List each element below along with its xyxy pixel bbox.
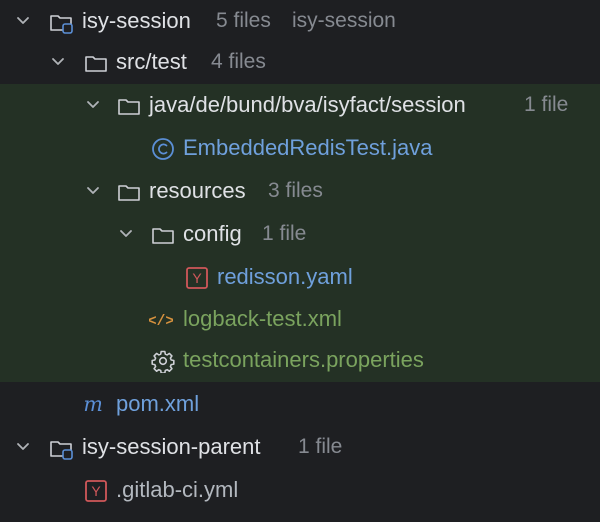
chevron-down-icon[interactable]	[14, 438, 32, 456]
module-alias: isy-session	[292, 9, 396, 32]
file-name: testcontainers.properties	[183, 347, 424, 372]
svg-text:Y: Y	[91, 483, 101, 499]
tree-row-testcontainers-properties[interactable]: testcontainers.properties	[0, 339, 600, 382]
svg-text:Y: Y	[192, 270, 202, 286]
tree-row-embedded-redis-test[interactable]: EmbeddedRedisTest.java	[0, 127, 600, 170]
file-count: 3 files	[268, 179, 323, 202]
maven-pom-icon: m	[83, 393, 103, 416]
tree-row-src-test[interactable]: src/test 4 files	[0, 41, 600, 84]
file-name: EmbeddedRedisTest.java	[183, 135, 433, 160]
tree-row-redisson-yaml[interactable]: Y redisson.yaml	[0, 256, 600, 299]
file-count: 1 file	[262, 222, 307, 245]
xml-file-icon: </>	[149, 314, 173, 330]
tree-row-java-package[interactable]: java/de/bund/bva/isyfact/session 1 file	[0, 84, 600, 127]
tree-row-isy-session-parent[interactable]: isy-session-parent 1 file	[0, 426, 600, 469]
tree-row-pom-xml[interactable]: m pom.xml	[0, 383, 600, 426]
svg-text:m: m	[83, 393, 103, 416]
file-name: redisson.yaml	[217, 264, 353, 289]
gear-icon	[151, 350, 175, 373]
chevron-down-icon[interactable]	[49, 53, 67, 71]
svg-text:</>: </>	[149, 314, 173, 330]
file-count: 1 file	[524, 93, 569, 116]
tree-row-resources[interactable]: resources 3 files	[0, 170, 600, 213]
folder-name: resources	[149, 178, 246, 203]
folder-icon	[85, 56, 107, 72]
module-folder-icon	[50, 15, 73, 34]
file-name: .gitlab-ci.yml	[116, 477, 239, 502]
file-count: 1 file	[298, 435, 343, 458]
folder-icon	[152, 228, 174, 244]
java-class-icon	[152, 138, 174, 160]
yaml-file-icon: Y	[186, 267, 208, 289]
folder-name: java/de/bund/bva/isyfact/session	[149, 92, 466, 117]
tree-row-logback-test-xml[interactable]: </> logback-test.xml	[0, 298, 600, 341]
module-name: isy-session-parent	[82, 434, 261, 459]
folder-icon	[118, 185, 140, 201]
chevron-down-icon[interactable]	[84, 182, 102, 200]
module-name: isy-session	[82, 8, 191, 33]
file-name: pom.xml	[116, 391, 200, 416]
file-count: 4 files	[211, 50, 266, 73]
chevron-down-icon[interactable]	[84, 96, 102, 114]
folder-icon	[118, 99, 140, 115]
chevron-down-icon[interactable]	[117, 225, 135, 243]
tree-row-config[interactable]: config 1 file	[0, 213, 600, 256]
folder-name: src/test	[116, 49, 187, 74]
chevron-down-icon[interactable]	[14, 12, 32, 30]
file-name: logback-test.xml	[183, 306, 342, 331]
tree-row-isy-session[interactable]: isy-session 5 files isy-session	[0, 0, 600, 43]
module-folder-icon	[50, 441, 73, 460]
file-count: 5 files	[216, 9, 271, 32]
tree-row-gitlab-ci-yml[interactable]: Y .gitlab-ci.yml	[0, 469, 600, 512]
folder-name: config	[183, 221, 242, 246]
project-tree: isy-session 5 files isy-session src/test…	[0, 0, 600, 522]
yaml-file-icon: Y	[85, 480, 107, 502]
